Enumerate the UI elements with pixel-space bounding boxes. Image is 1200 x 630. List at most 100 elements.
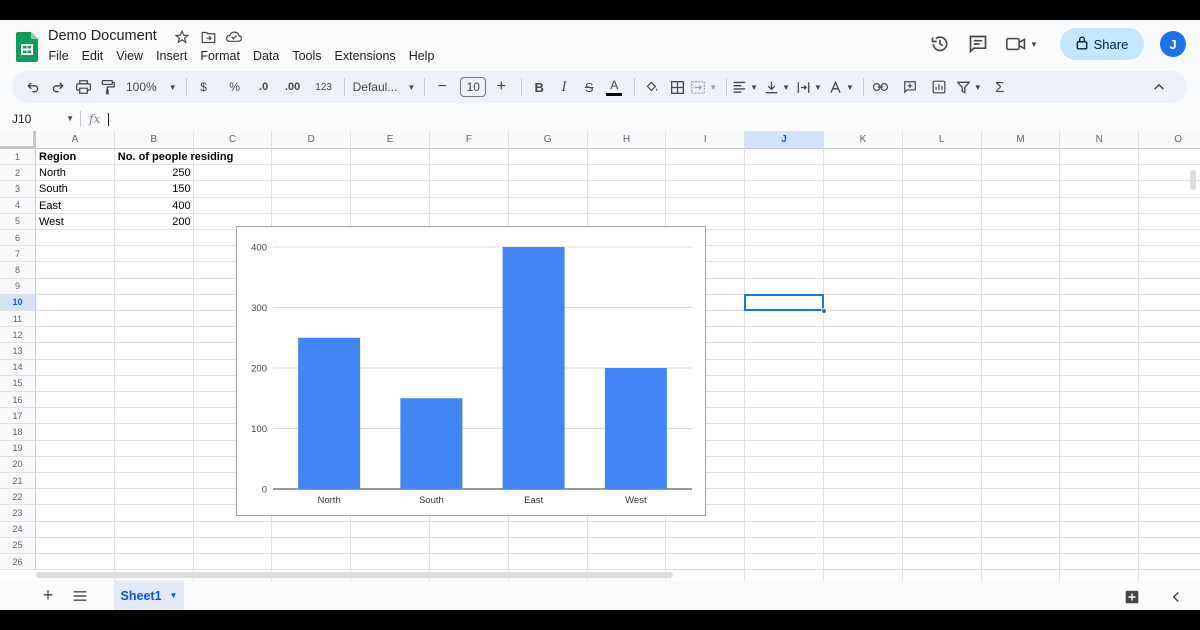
italic-icon[interactable]: I [553,75,575,99]
row-header-24[interactable]: 24 [0,521,36,538]
row-header-1[interactable]: 1 [0,149,36,166]
scroll-thumb[interactable] [36,572,673,578]
row-header-11[interactable]: 11 [0,311,36,328]
menu-help[interactable]: Help [402,48,441,64]
text-rotation-icon[interactable]: ▼ [829,75,854,99]
side-panel-toggle-icon[interactable] [1162,583,1190,610]
column-header-m[interactable]: M [981,131,1061,149]
explore-icon[interactable] [1118,583,1146,610]
cell-a2[interactable]: North [36,165,115,181]
fill-color-icon[interactable] [641,75,663,99]
row-header-2[interactable]: 2 [0,165,36,182]
bold-icon[interactable]: B [528,75,550,99]
row-header-18[interactable]: 18 [0,424,36,441]
borders-icon[interactable] [666,75,688,99]
vertical-align-icon[interactable]: ▼ [765,75,790,99]
row-header-20[interactable]: 20 [0,456,36,473]
version-history-icon[interactable] [926,30,954,58]
all-sheets-icon[interactable] [66,582,94,610]
zoom-select[interactable]: 100% ▼ [126,75,177,99]
collapse-toolbar-icon[interactable] [1148,75,1170,99]
meet-video-icon[interactable]: ▼ [1002,30,1042,58]
menu-extensions[interactable]: Extensions [328,48,402,64]
undo-icon[interactable] [22,75,44,99]
menu-format[interactable]: Format [194,48,247,64]
name-box[interactable]: J10 ▼ [0,112,80,126]
horizontal-scrollbar[interactable] [36,572,1186,580]
decrease-font-size-button[interactable]: − [431,75,453,99]
row-header-25[interactable]: 25 [0,537,36,554]
row-header-12[interactable]: 12 [0,327,36,344]
column-header-n[interactable]: N [1060,131,1140,149]
row-header-7[interactable]: 7 [0,246,36,263]
text-color-icon[interactable]: A [603,75,625,99]
cell-a4[interactable]: East [36,198,115,214]
chart-bar-west[interactable] [604,368,667,489]
row-header-4[interactable]: 4 [0,197,36,214]
account-avatar[interactable]: J [1160,31,1186,57]
column-header-i[interactable]: I [666,131,746,149]
print-icon[interactable] [72,75,94,99]
spreadsheet-grid[interactable]: A B C D E F G H I J K L M N O 1 2 3 4 5 6 7 8 9 10 11 12 13 14 15 16 17… [0,131,1200,583]
number-format-button[interactable]: 123 [313,75,335,99]
filter-icon[interactable]: ▼ [956,75,982,99]
menu-view[interactable]: View [110,48,150,64]
column-header-j[interactable]: J [745,131,824,149]
row-header-19[interactable]: 19 [0,440,36,457]
column-header-l[interactable]: L [902,131,982,149]
merge-cells-icon[interactable]: ▼ [691,75,717,99]
column-header-f[interactable]: F [430,131,509,149]
menu-insert[interactable]: Insert [150,48,194,64]
cell-a3[interactable]: South [36,181,115,197]
row-header-23[interactable]: 23 [0,505,36,522]
currency-format-button[interactable]: $ [193,75,215,99]
vertical-scrollbar[interactable] [1190,170,1198,590]
chart-bar-north[interactable] [298,337,361,489]
row-header-9[interactable]: 9 [0,278,36,295]
row-header-10[interactable]: 10 [0,294,36,311]
functions-icon[interactable]: Σ [989,75,1011,99]
paint-format-icon[interactable] [97,75,119,99]
document-title[interactable]: Demo Document [48,28,157,44]
row-header-3[interactable]: 3 [0,181,36,198]
share-button[interactable]: Share [1060,28,1144,60]
increase-decimal-button[interactable]: .00 [282,75,304,99]
cell-a5[interactable]: West [36,214,115,230]
strikethrough-icon[interactable]: S [578,75,600,99]
insert-chart-icon[interactable] [928,75,950,99]
row-header-15[interactable]: 15 [0,375,36,392]
column-header-h[interactable]: H [587,131,667,149]
menu-file[interactable]: File [42,48,75,64]
cell-b5[interactable]: 200 [115,214,194,230]
cell-b4[interactable]: 400 [115,198,194,214]
row-header-8[interactable]: 8 [0,262,36,279]
chart-bar-east[interactable] [502,247,565,489]
decrease-decimal-button[interactable]: .0 [253,75,275,99]
select-all-corner[interactable] [0,131,36,149]
embedded-chart[interactable]: 0 100 200 300 400 North South East West [236,226,706,516]
cell-a1[interactable]: Region [36,149,115,165]
chart-bar-south[interactable] [400,398,463,489]
percent-format-button[interactable]: % [224,75,246,99]
insert-link-icon[interactable] [870,75,892,99]
sheets-logo-icon[interactable] [16,32,38,62]
menu-edit[interactable]: Edit [75,48,110,64]
row-header-5[interactable]: 5 [0,213,36,230]
column-header-a[interactable]: A [36,131,115,149]
redo-icon[interactable] [47,75,69,99]
comments-icon[interactable] [964,30,992,58]
column-header-b[interactable]: B [114,131,194,149]
column-header-k[interactable]: K [824,131,903,149]
column-header-e[interactable]: E [351,131,430,149]
menu-tools[interactable]: Tools [286,48,328,64]
cell-b1[interactable]: No. of people residing [115,149,275,165]
selected-cell[interactable] [744,293,824,311]
column-header-g[interactable]: G [508,131,588,149]
cloud-status-icon[interactable] [224,28,244,46]
row-header-26[interactable]: 26 [0,554,36,571]
star-icon[interactable] [172,28,192,46]
insert-comment-icon[interactable] [899,75,921,99]
move-folder-icon[interactable] [198,28,218,46]
text-wrapping-icon[interactable]: ▼ [797,75,822,99]
column-header-o[interactable]: O [1139,131,1200,149]
